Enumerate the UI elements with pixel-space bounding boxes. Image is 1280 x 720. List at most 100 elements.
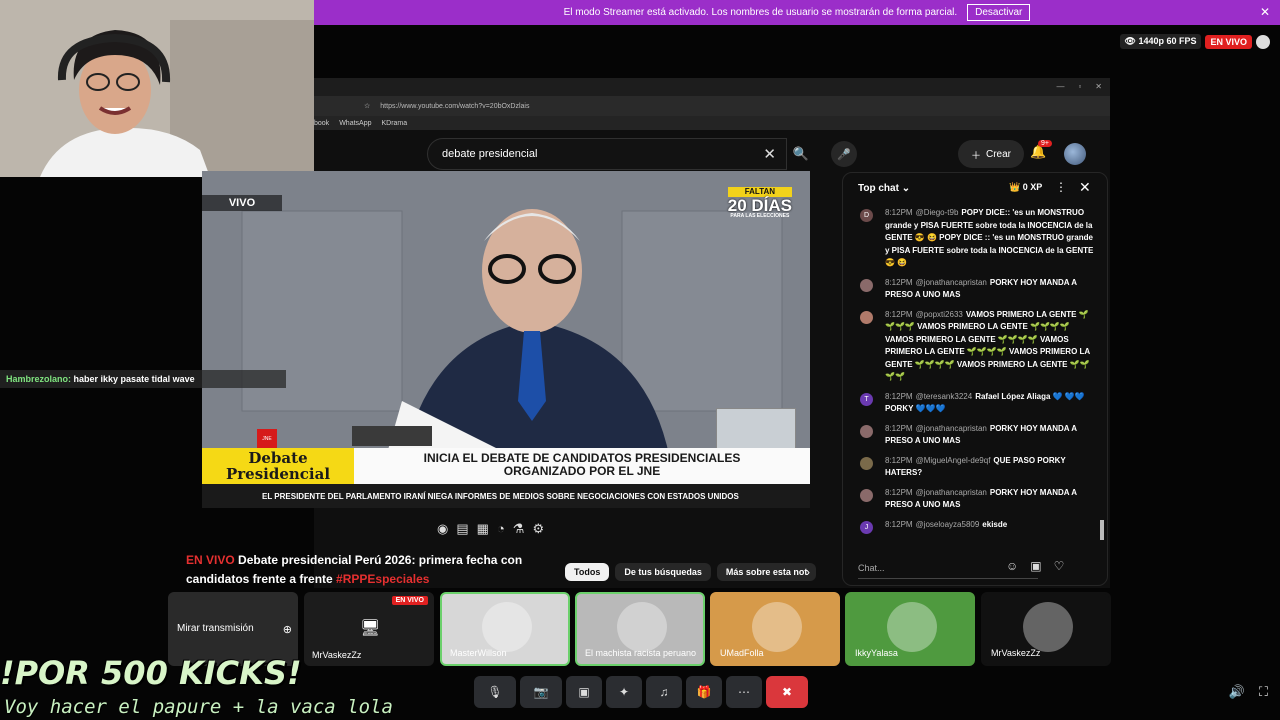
- chat-username[interactable]: @jonathancapristan: [916, 424, 987, 433]
- chat-message[interactable]: 8:12PM @jonathancapristan PORKY HOY MANDA …: [843, 487, 1107, 512]
- chip-todos[interactable]: Todos: [565, 563, 610, 581]
- chat-mode-label[interactable]: Top chat: [858, 183, 899, 194]
- chat-username[interactable]: @popxti2633: [916, 310, 963, 319]
- create-label: Crear: [985, 148, 1011, 160]
- chat-username[interactable]: @MiguelAngel-de9qf: [916, 456, 991, 465]
- soundboard-icon[interactable]: ♫: [646, 676, 682, 708]
- gear-icon[interactable]: ⚙: [532, 521, 544, 537]
- mute-mic-icon[interactable]: 🎙: [474, 676, 516, 708]
- address-bar[interactable]: ☆ https://www.youtube.com/watch?v=20bOxD…: [314, 96, 1110, 116]
- volume-icon[interactable]: 🔊: [1229, 684, 1245, 700]
- chat-message[interactable]: 8:12PM @MiguelAngel-de9qf QUE PASO PORKY H…: [843, 455, 1107, 480]
- bookmark-kdrama[interactable]: KDrama: [381, 120, 407, 127]
- user-avatar: [1023, 602, 1073, 652]
- chat-avatar[interactable]: [860, 456, 873, 470]
- chat-message[interactable]: T 8:12PM @teresank3224 Rafael López Aliaga …: [843, 391, 1107, 416]
- search-value[interactable]: debate presidencial: [442, 148, 537, 160]
- user-tile[interactable]: IkkyYalasa: [845, 592, 975, 666]
- chat-message[interactable]: 8:12PM @jonathancapristan PORKY HOY MANDA …: [843, 277, 1107, 302]
- title-bar: [314, 78, 1110, 96]
- user-tile[interactable]: UMadFolla: [710, 592, 840, 666]
- profile-avatar[interactable]: [1064, 143, 1086, 165]
- title-live-label: EN VIVO: [186, 553, 235, 567]
- chat-message[interactable]: J 8:12PM @joseloayza5809 ekisde: [843, 519, 1107, 534]
- chat-time: 8:12PM: [885, 208, 913, 217]
- close-window-icon[interactable]: ✕: [1095, 82, 1102, 91]
- chevron-down-icon[interactable]: ⌄: [899, 183, 910, 194]
- hangup-icon[interactable]: ✖: [766, 676, 808, 708]
- create-button[interactable]: ＋ Crear: [958, 140, 1024, 168]
- chat-avatar[interactable]: [860, 488, 873, 502]
- more-options-icon[interactable]: ⋯: [726, 676, 762, 708]
- user-tile[interactable]: El machista racista peruano: [575, 592, 705, 666]
- bookmark-whatsapp[interactable]: WhatsApp: [339, 120, 371, 127]
- more-icon[interactable]: ⋮: [1055, 180, 1067, 194]
- deactivate-button[interactable]: Desactivar: [967, 4, 1031, 21]
- chat-message[interactable]: D 8:12PM @Diego-t9b POPY DICE:: 'es un MONS…: [843, 207, 1107, 270]
- chat-message[interactable]: 8:12PM @popxti2633 VAMOS PRIMERO LA GENTE …: [843, 309, 1107, 384]
- monitor-icon: 🖥: [360, 620, 381, 637]
- stream-tile[interactable]: EN VIVO 🖥 MrVaskezZz: [304, 592, 434, 666]
- chat-avatar[interactable]: [860, 310, 873, 324]
- bookmarks-bar: book WhatsApp KDrama: [314, 116, 1110, 130]
- chat-username[interactable]: @joseloayza5809: [916, 520, 980, 529]
- overlay-chat-text: haber ikky pasate tidal wave: [73, 374, 195, 384]
- clapper-icon[interactable]: ▤: [456, 521, 468, 537]
- chat-avatar[interactable]: [860, 424, 873, 438]
- chat-avatar[interactable]: [860, 278, 873, 292]
- chip-searches[interactable]: De tus búsquedas: [615, 563, 711, 581]
- tile-name: MrVaskezZz: [312, 650, 362, 660]
- chat-username[interactable]: @jonathancapristan: [916, 278, 987, 287]
- chat-header[interactable]: Top chat ⌄: [843, 173, 1107, 203]
- film-icon[interactable]: ▦: [477, 521, 489, 537]
- chat-bubble-icon[interactable]: [1256, 34, 1270, 49]
- search-input[interactable]: debate presidencial ✕: [427, 138, 787, 170]
- broadcast-icon[interactable]: ◉: [437, 521, 448, 537]
- search-icon[interactable]: 🔍: [787, 138, 815, 170]
- quality-text: 1440p 60 FPS: [1138, 36, 1197, 46]
- days-count: 20 DÍAS: [727, 196, 792, 215]
- minimize-icon[interactable]: —: [1056, 82, 1064, 91]
- chat-avatar[interactable]: J: [860, 520, 873, 534]
- xp-badge[interactable]: 👑 0 XP: [1009, 182, 1042, 193]
- mic-icon[interactable]: 🎤: [831, 141, 857, 167]
- headline: INICIA EL DEBATE DE CANDIDATOS PRESIDENC…: [354, 448, 810, 484]
- super-chat-icon[interactable]: ▣: [1030, 559, 1041, 573]
- activities-icon[interactable]: ✦: [606, 676, 642, 708]
- user-tile[interactable]: MrVaskezZz: [981, 592, 1111, 666]
- emoji-icon[interactable]: ☺: [1006, 559, 1018, 573]
- gift-icon[interactable]: 🎁: [686, 676, 722, 708]
- debate-label-line1: Debate: [248, 449, 308, 467]
- close-chat-icon[interactable]: ✕: [1079, 179, 1091, 196]
- flask-icon[interactable]: ⚗: [513, 521, 525, 537]
- heart-icon[interactable]: ♡: [1054, 559, 1065, 573]
- chat-avatar[interactable]: T: [860, 392, 873, 406]
- user-tile[interactable]: MasterWillson: [440, 592, 570, 666]
- chevron-right-icon[interactable]: ›: [806, 565, 810, 579]
- clear-search-icon[interactable]: ✕: [763, 145, 776, 163]
- chat-username[interactable]: @teresank3224: [916, 392, 973, 401]
- chat-input-icons: ☺ ▣ ♡: [1006, 559, 1064, 573]
- chip-more[interactable]: Más sobre esta not: [716, 563, 817, 581]
- bookmark-star-icon[interactable]: ☆: [364, 102, 370, 110]
- chat-username[interactable]: @Diego-t9b: [916, 208, 959, 217]
- chat-username[interactable]: @jonathancapristan: [916, 488, 987, 497]
- chat-avatar[interactable]: D: [860, 209, 873, 222]
- call-controls: 🎙 📷 ▣ ✦ ♫ 🎁 ⋯ ✖: [474, 676, 808, 708]
- fullscreen-icon[interactable]: ⛶: [1259, 684, 1268, 700]
- bookmark-item[interactable]: book: [314, 120, 329, 127]
- overlay-chat-user: Hambrezolano:: [6, 374, 72, 384]
- screen-share-icon[interactable]: ▣: [566, 676, 602, 708]
- chat-scrollbar[interactable]: [1100, 520, 1104, 540]
- title-hashtag[interactable]: #RPPEspeciales: [336, 572, 429, 586]
- video-player[interactable]: VIVO FALTAN 20 DÍAS PARA LAS ELECCIONES …: [202, 171, 810, 508]
- chat-message[interactable]: 8:12PM @jonathancapristan PORKY HOY MANDA …: [843, 423, 1107, 448]
- camera-off-icon[interactable]: 📷: [520, 676, 562, 708]
- maximize-icon[interactable]: ▫: [1078, 82, 1081, 91]
- news-ticker: EL PRESIDENTE DEL PARLAMENTO IRANÍ NIEGA…: [202, 484, 810, 508]
- url-text[interactable]: https://www.youtube.com/watch?v=20bOxDzl…: [380, 103, 529, 110]
- speed-icon[interactable]: ◔: [497, 521, 505, 537]
- close-icon[interactable]: ✕: [1260, 5, 1270, 19]
- video-title[interactable]: EN VIVO Debate presidencial Perú 2026: p…: [186, 551, 546, 589]
- countdown-badge: FALTAN 20 DÍAS PARA LAS ELECCIONES: [727, 187, 792, 219]
